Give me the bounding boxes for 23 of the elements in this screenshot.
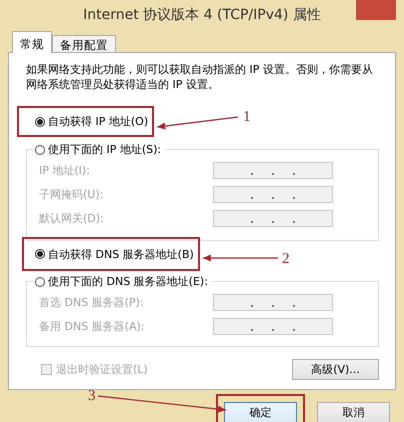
cancel-button[interactable]: 取消 (317, 402, 390, 422)
window-title: Internet 协议版本 4 (TCP/IPv4) 属性 (83, 6, 321, 24)
radio-button[interactable] (35, 144, 45, 154)
radio-button[interactable] (35, 249, 45, 259)
field-label: IP 地址(I): (39, 163, 90, 178)
annotation-number: 2 (282, 251, 290, 267)
annotation-number: 1 (243, 109, 250, 125)
annotation-number: 3 (88, 388, 96, 404)
field-label: 子网掩码(U): (39, 187, 104, 202)
field-label: 备用 DNS 服务器(A): (39, 319, 144, 334)
radio-button[interactable] (35, 116, 45, 126)
radio-label[interactable]: 自动获得 IP 地址(O) (48, 114, 148, 129)
field-label: 默认网关(D): (39, 211, 104, 226)
close-button[interactable] (356, 0, 396, 20)
radio-button[interactable] (35, 276, 45, 286)
ok-button[interactable]: 确定 (224, 402, 297, 422)
advanced-button[interactable]: 高级(V)... (292, 359, 379, 380)
tab[interactable]: 备用配置 (52, 35, 116, 52)
tab[interactable]: 常规 (12, 31, 52, 53)
field-label: 首选 DNS 服务器(P): (39, 295, 144, 310)
info-text: 如果网络支持此功能，则可以获取自动指派的 IP 设置。否则，你需要从网络系统管理员处获得适当的 IP 设置。 (26, 62, 374, 92)
radio-label[interactable]: 自动获得 DNS 服务器地址(B) (48, 246, 194, 262)
radio-label[interactable]: 使用下面的 IP 地址(S): (48, 142, 162, 157)
